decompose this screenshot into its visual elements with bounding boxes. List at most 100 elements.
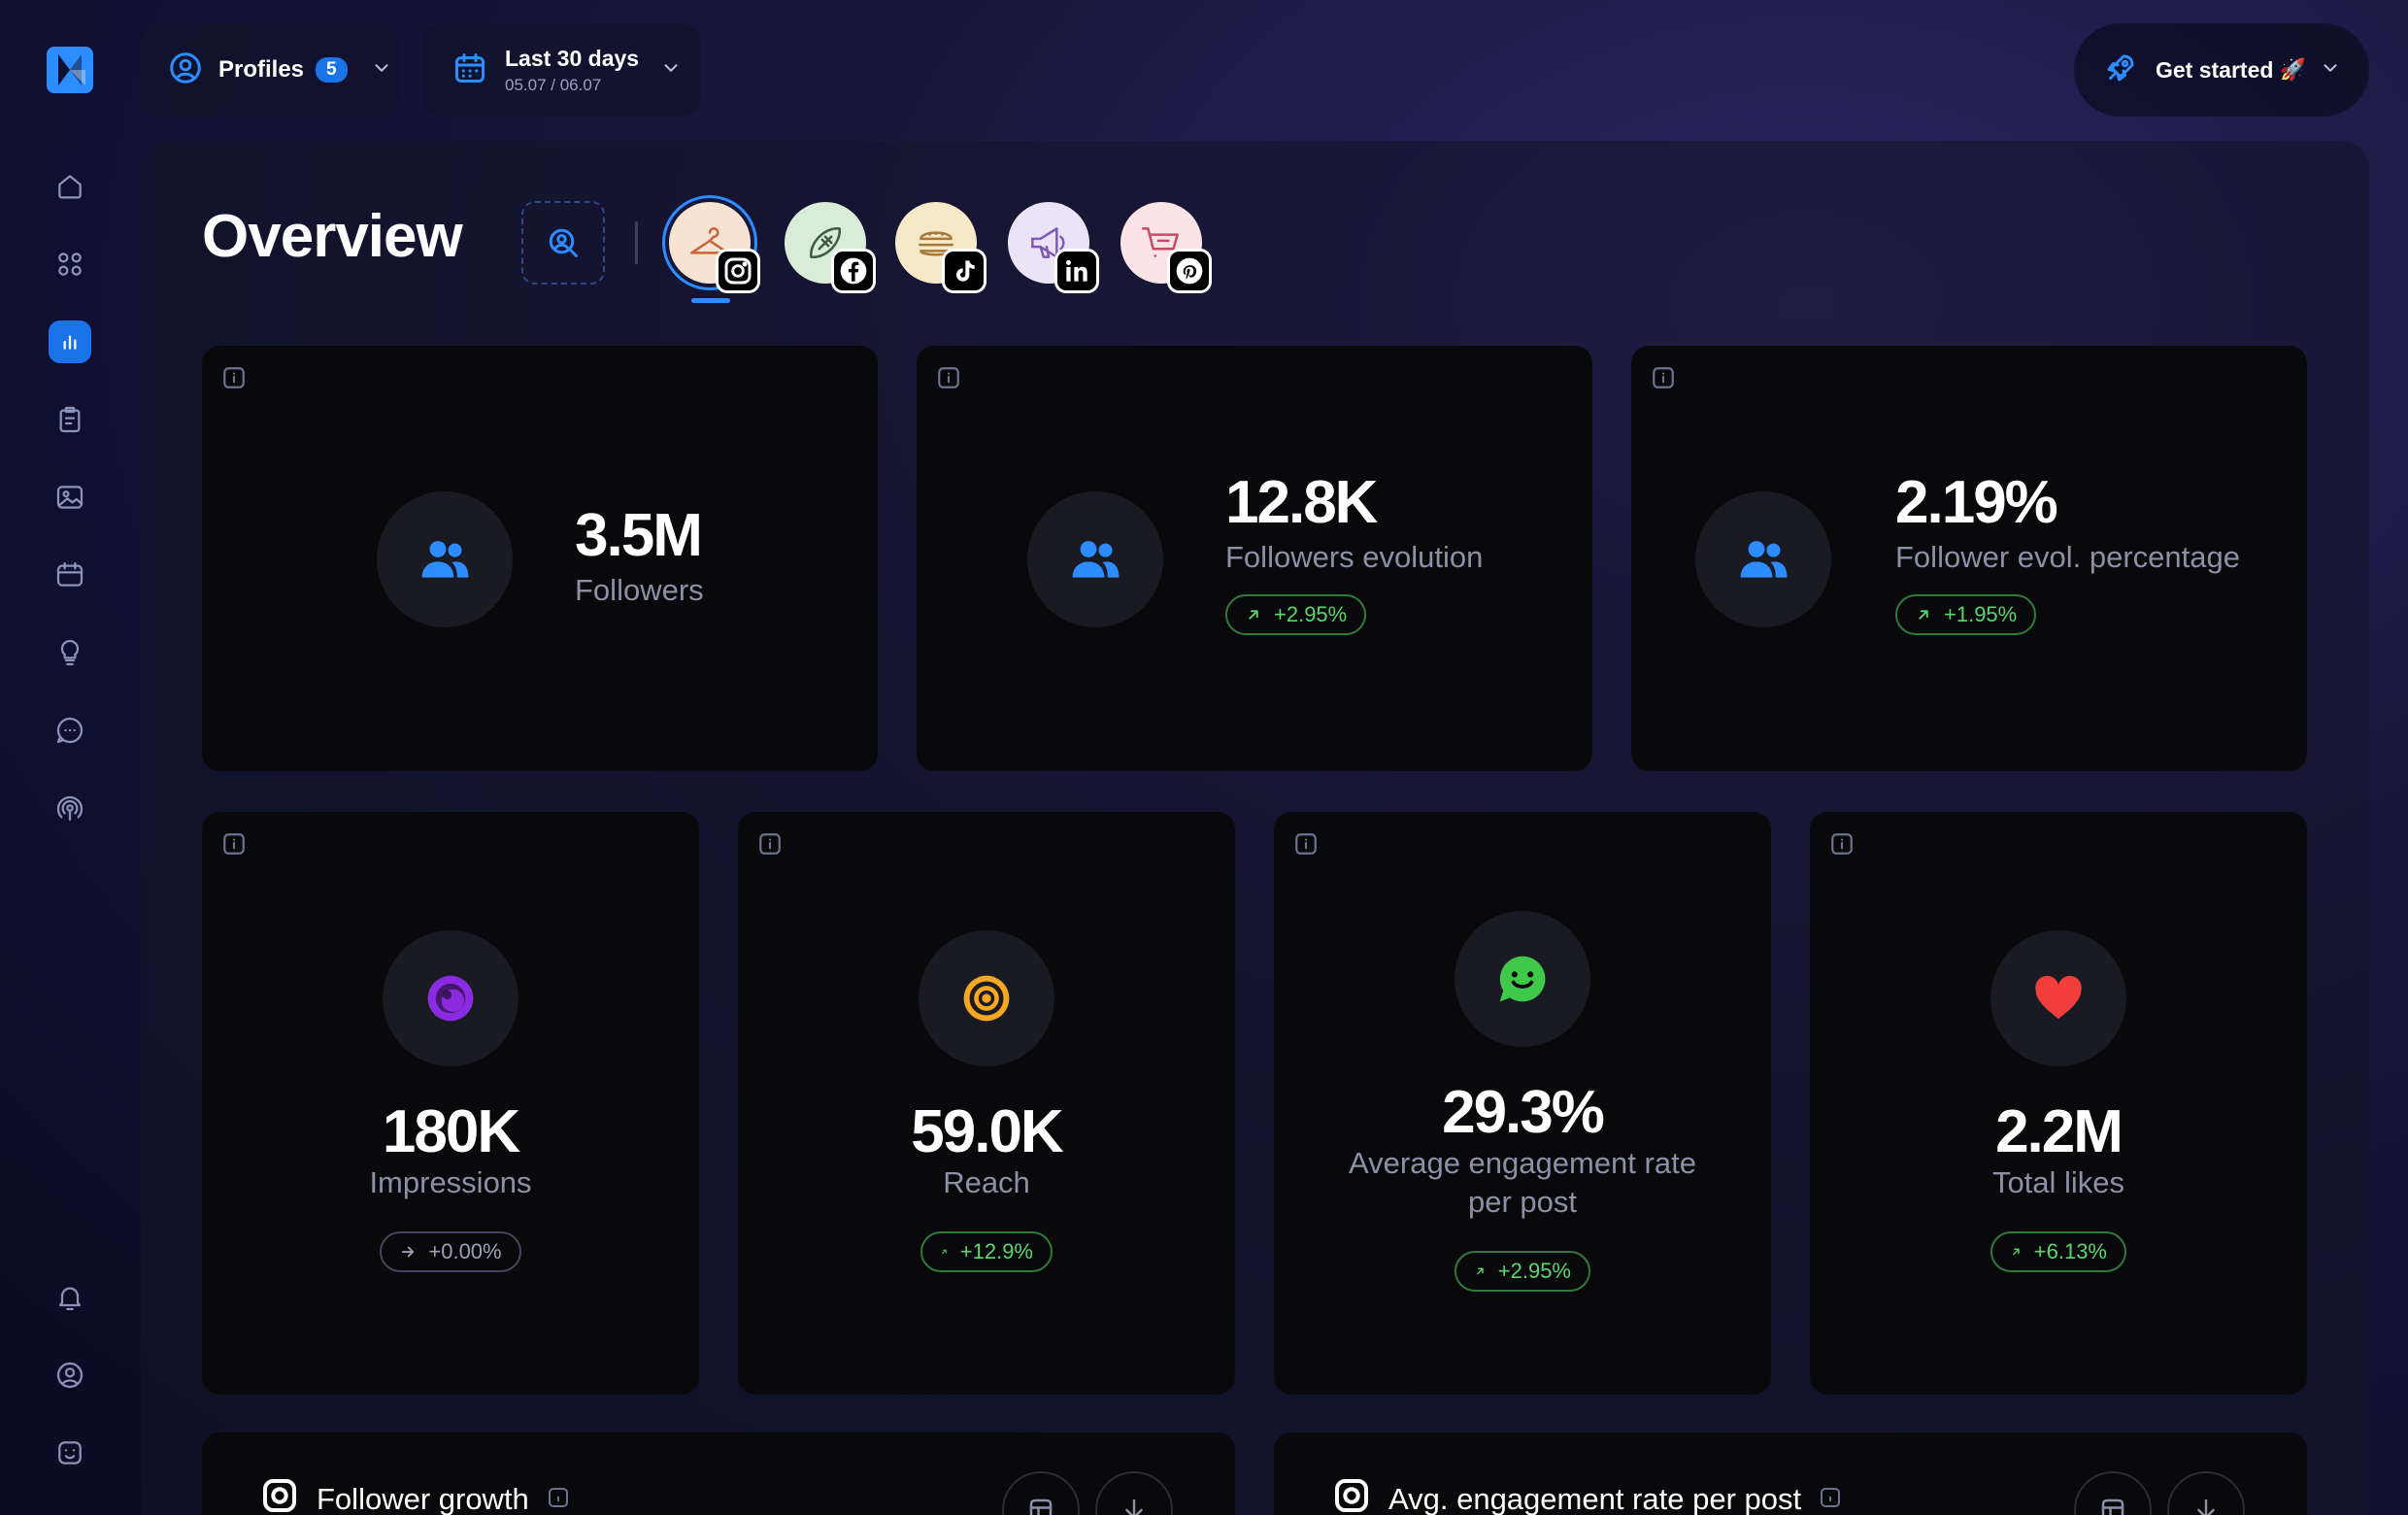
metric-label: Reach [943,1165,1030,1199]
trend-value: +1.95% [1944,602,2018,626]
grid-icon [58,252,82,276]
table-icon [2101,1498,2124,1515]
profiles-dropdown[interactable]: Profiles 5 [141,23,399,117]
sidebar-item-ideas[interactable] [49,631,91,674]
download-icon [2197,1498,2215,1515]
heart-icon [2035,975,2082,1019]
sidebar-item-messages[interactable] [49,709,91,752]
metric-icon-circle [1455,911,1590,1047]
calendar-icon [452,50,487,90]
profile-avatar-3[interactable] [895,202,987,293]
lightbulb-icon [60,639,80,666]
chevron-down-icon [660,57,682,84]
info-icon[interactable] [1293,831,1319,857]
sidebar-item-home[interactable] [49,165,91,208]
toolbar-divider [635,221,638,264]
metric-icon-circle [377,491,513,627]
users-icon [1072,541,1120,578]
arrow-right-icon [402,1246,415,1258]
metric-label: Follower evol. percentage [1895,540,2240,574]
user-circle-icon [56,1362,84,1389]
sidebar-item-analytics[interactable] [49,320,91,363]
profile-avatar-2[interactable] [785,202,876,293]
instagram-icon [260,1476,299,1515]
get-started-button[interactable]: Get started 🚀 [2074,23,2369,117]
metric-icon-circle [1027,491,1163,627]
metric-label: Impressions [369,1165,532,1199]
metric-label: Total likes [1991,1165,2125,1199]
sidebar-item-feedback[interactable] [49,1431,91,1474]
sidebar-item-reports[interactable] [49,398,91,441]
image-icon [56,486,84,509]
profile-avatar-5[interactable] [1120,202,1212,293]
bell-icon [58,1287,82,1311]
metric-icon-circle [1990,930,2126,1066]
bar-chart-icon [63,335,77,350]
logo[interactable] [45,45,95,95]
date-range-title: Last 30 days [505,45,640,71]
tiktok-icon [942,249,987,293]
users-icon [1740,541,1788,578]
trend-value: +0.00% [428,1239,502,1263]
info-icon[interactable] [221,831,247,857]
profiles-label: Profiles [218,56,305,83]
info-icon[interactable] [757,831,783,857]
section-title: Avg. engagement rate per post [1388,1482,1802,1515]
info-icon[interactable] [1651,365,1676,390]
sidebar-item-apps[interactable] [49,243,91,286]
page-title: Overview [202,203,463,270]
trend-value: +6.13% [2033,1239,2107,1263]
download-button[interactable] [2167,1471,2245,1515]
sidebar-item-notifications[interactable] [49,1276,91,1319]
sidebar-item-calendar[interactable] [49,554,91,596]
arrow-up-right-icon [1919,610,1928,620]
info-icon[interactable] [221,365,247,390]
profile-avatar-4[interactable] [1008,202,1099,293]
metric-icon-circle [919,930,1054,1066]
trend-badge: +2.95% [1455,1251,1590,1292]
info-icon[interactable] [1819,1482,1842,1515]
app-window: Profiles 5 Last 30 days 05.07 / 06.07 Ge… [0,0,2408,1515]
info-icon[interactable] [547,1482,570,1515]
instagram-icon [716,249,760,293]
table-icon [1029,1498,1053,1515]
user-search-icon [549,228,578,257]
calendar-icon [56,561,84,587]
arrow-up-right-icon [2013,1248,2020,1256]
info-icon[interactable] [936,365,961,390]
arrow-up-right-icon [1249,610,1258,620]
home-icon [58,175,82,199]
download-button[interactable] [1095,1471,1173,1515]
trend-value: +2.95% [1274,602,1348,626]
facebook-icon [831,249,876,293]
sidebar [0,0,141,1515]
trend-badge: +6.13% [1990,1231,2126,1272]
rocket-emoji: 🚀 [2279,57,2306,82]
metric-value: 3.5M [575,502,703,569]
date-range-picker[interactable]: Last 30 days 05.07 / 06.07 [423,23,701,117]
sidebar-item-broadcast[interactable] [49,787,91,829]
sidebar-item-media[interactable] [49,476,91,519]
metric-label-line-2: per post [1467,1185,1577,1219]
info-icon[interactable] [1829,831,1855,857]
metric-icon-circle [383,930,518,1066]
chevron-down-icon [371,57,392,84]
instagram-icon [1332,1476,1371,1515]
clipboard-icon [59,406,81,433]
metric-value: 2.19% [1895,469,2058,536]
section-title: Follower growth [317,1482,529,1515]
profile-avatar-1[interactable] [669,202,760,293]
trend-badge: +0.00% [380,1231,521,1272]
table-view-button[interactable] [2074,1471,2152,1515]
pinterest-icon [1167,249,1212,293]
download-icon [1125,1498,1143,1515]
table-view-button[interactable] [1002,1471,1080,1515]
metric-card-impressions: 180K Impressions +0.00% [202,812,699,1395]
metric-label-line-1: Average engagement rate [1349,1146,1696,1180]
sidebar-item-account[interactable] [49,1354,91,1397]
metric-card-total-likes: 2.2M Total likes +6.13% [1810,812,2307,1395]
metric-value: 29.3% [1442,1079,1605,1146]
arrow-up-right-icon [1477,1267,1484,1275]
profile-filter-button[interactable] [521,201,605,285]
smile-icon [58,1441,82,1464]
